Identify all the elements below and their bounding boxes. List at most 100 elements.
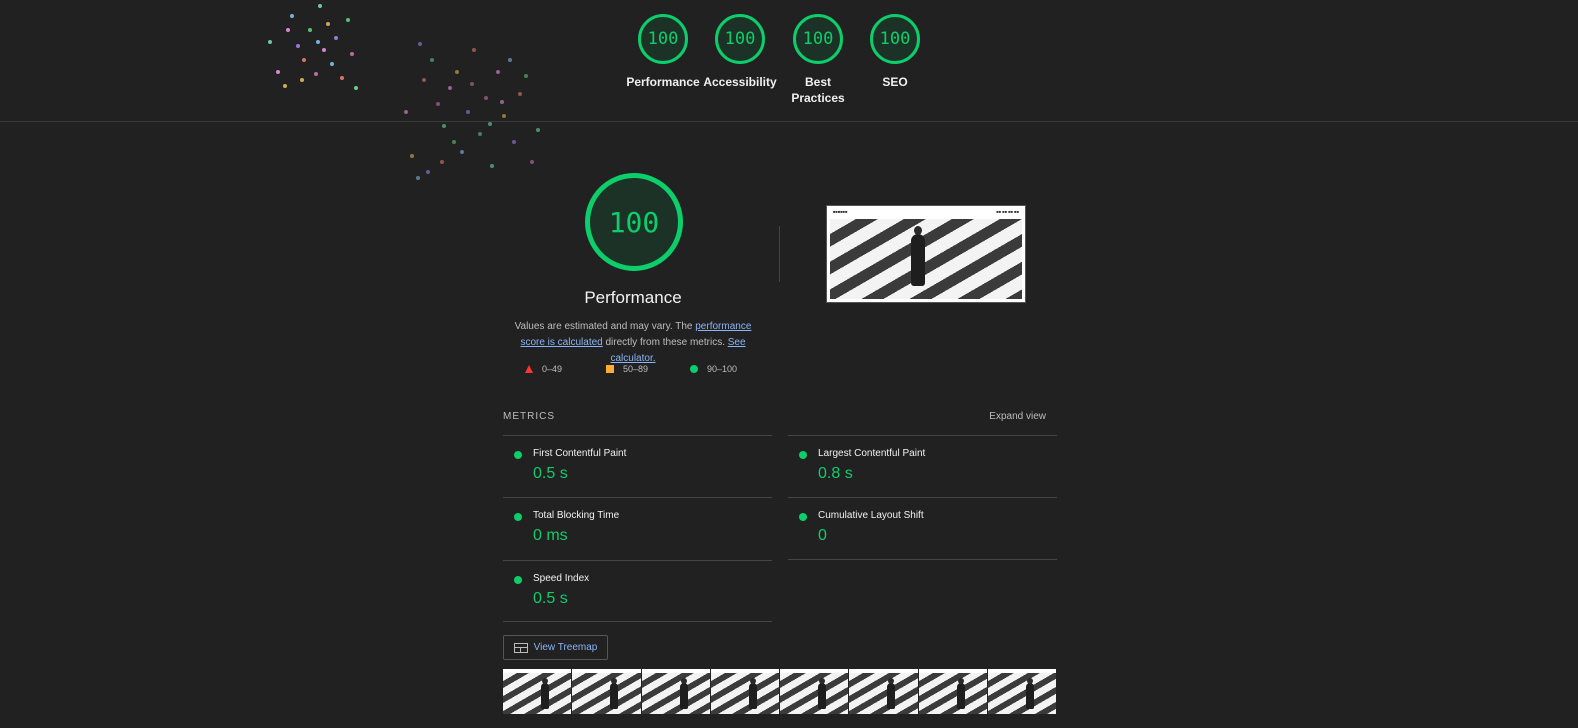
- expand-view-toggle[interactable]: Expand view: [940, 411, 1046, 422]
- confetti-dot: [283, 84, 287, 88]
- confetti-dot: [422, 78, 426, 82]
- legend-pass-label: 90–100: [707, 364, 738, 374]
- performance-title: Performance: [584, 288, 682, 307]
- gauge-performance[interactable]: 100 Performance: [623, 14, 703, 90]
- confetti-dot: [410, 154, 414, 158]
- metric-value: 0 ms: [533, 527, 568, 544]
- person-figure: [541, 678, 549, 709]
- frame-image: [572, 673, 641, 714]
- gauge-best-practices-score: 100: [793, 14, 843, 64]
- confetti-dot: [466, 110, 470, 114]
- performance-description: Values are estimated and may vary. The p…: [503, 319, 763, 367]
- metric-name: Total Blocking Time: [533, 510, 620, 521]
- metric-name: Cumulative Layout Shift: [818, 510, 924, 521]
- performance-score-gauge: 100: [585, 173, 683, 271]
- person-figure: [911, 226, 925, 286]
- filmstrip-frame: [780, 669, 849, 714]
- view-treemap-button[interactable]: View Treemap: [503, 635, 608, 660]
- confetti-dot: [346, 18, 350, 22]
- pass-circle-icon: [799, 513, 807, 521]
- confetti-dot: [478, 132, 482, 136]
- confetti-dot: [334, 36, 338, 40]
- metric-name: Largest Contentful Paint: [818, 448, 926, 459]
- gauge-accessibility[interactable]: 100 Accessibility: [700, 14, 780, 90]
- legend-average: 50–89: [606, 364, 648, 374]
- confetti-dot: [300, 78, 304, 82]
- confetti-dot: [326, 22, 330, 26]
- confetti-dot: [404, 110, 408, 114]
- legend-fail-label: 0–49: [542, 364, 563, 374]
- gauge-best-practices[interactable]: 100 Best Practices: [778, 14, 858, 106]
- square-icon: [606, 365, 614, 373]
- confetti-dot: [440, 160, 444, 164]
- filmstrip: [503, 669, 1056, 714]
- screenshot-image: [830, 219, 1022, 299]
- frame-image: [710, 673, 779, 714]
- divider: [788, 559, 1057, 560]
- gauge-accessibility-label: Accessibility: [703, 75, 777, 89]
- person-figure: [748, 678, 757, 709]
- confetti-dot: [452, 140, 456, 144]
- metric-lcp: Largest Contentful Paint 0.8 s: [788, 435, 1057, 498]
- confetti-dot: [455, 70, 459, 74]
- treemap-icon: [513, 642, 528, 653]
- pass-circle-icon: [514, 451, 522, 459]
- metric-name: Speed Index: [533, 573, 590, 584]
- person-figure: [887, 678, 896, 709]
- frame-image: [918, 673, 987, 714]
- confetti-dot: [508, 58, 512, 62]
- metric-speed-index: Speed Index 0.5 s: [503, 560, 772, 623]
- gauge-accessibility-score: 100: [715, 14, 765, 64]
- confetti-dot: [318, 4, 322, 8]
- frame-image: [641, 673, 710, 714]
- filmstrip-frame: [572, 669, 641, 714]
- confetti-dot: [524, 74, 528, 78]
- person-figure: [1025, 678, 1034, 709]
- filmstrip-frame: [503, 669, 572, 714]
- confetti-dot: [268, 40, 272, 44]
- pass-circle-icon: [514, 513, 522, 521]
- confetti-dot: [314, 72, 318, 76]
- confetti-dot: [276, 70, 280, 74]
- person-figure: [956, 678, 965, 709]
- metric-tbt: Total Blocking Time 0 ms: [503, 497, 772, 560]
- confetti-dot: [340, 76, 344, 80]
- confetti-dot: [490, 164, 494, 168]
- description-middle: directly from these metrics.: [602, 337, 728, 348]
- metric-value: 0.8 s: [818, 465, 853, 482]
- frame-image: [987, 673, 1056, 714]
- legend-fail: 0–49: [525, 364, 562, 374]
- final-screenshot[interactable]: ■■■■■■ ■■ ■■ ■■ ■■: [826, 205, 1026, 303]
- filmstrip-frame: [918, 669, 987, 714]
- metric-value: 0.5 s: [533, 590, 568, 607]
- confetti-dot: [350, 52, 354, 56]
- metric-cls: Cumulative Layout Shift 0: [788, 497, 1057, 560]
- confetti-dot: [488, 122, 492, 126]
- filmstrip-frame: [641, 669, 710, 714]
- gauge-seo-score: 100: [870, 14, 920, 64]
- person-figure: [818, 678, 826, 709]
- filmstrip-frame: [710, 669, 779, 714]
- confetti-dot: [286, 28, 290, 32]
- confetti-dot: [502, 114, 506, 118]
- divider: [503, 621, 772, 622]
- confetti-dot: [308, 28, 312, 32]
- frame-image: [780, 673, 849, 714]
- gauge-performance-score: 100: [638, 14, 688, 64]
- filmstrip-frame: [987, 669, 1056, 714]
- description-prefix: Values are estimated and may vary. The: [514, 321, 696, 332]
- gauge-seo[interactable]: 100 SEO: [855, 14, 935, 90]
- confetti-dot: [316, 40, 320, 44]
- legend-average-label: 50–89: [623, 364, 649, 374]
- score-header: 100 Performance 100 Accessibility 100 Be…: [0, 0, 1578, 180]
- confetti-dot: [290, 14, 294, 18]
- legend-pass: 90–100: [690, 364, 737, 374]
- gauge-best-practices-label: Best Practices: [791, 75, 845, 105]
- metric-name: First Contentful Paint: [533, 448, 627, 459]
- confetti-dot: [536, 128, 540, 132]
- confetti-dot: [496, 70, 500, 74]
- filmstrip-frame: [849, 669, 918, 714]
- confetti-dot: [470, 82, 474, 86]
- gauge-performance-label: Performance: [626, 75, 700, 89]
- confetti-dot: [436, 102, 440, 106]
